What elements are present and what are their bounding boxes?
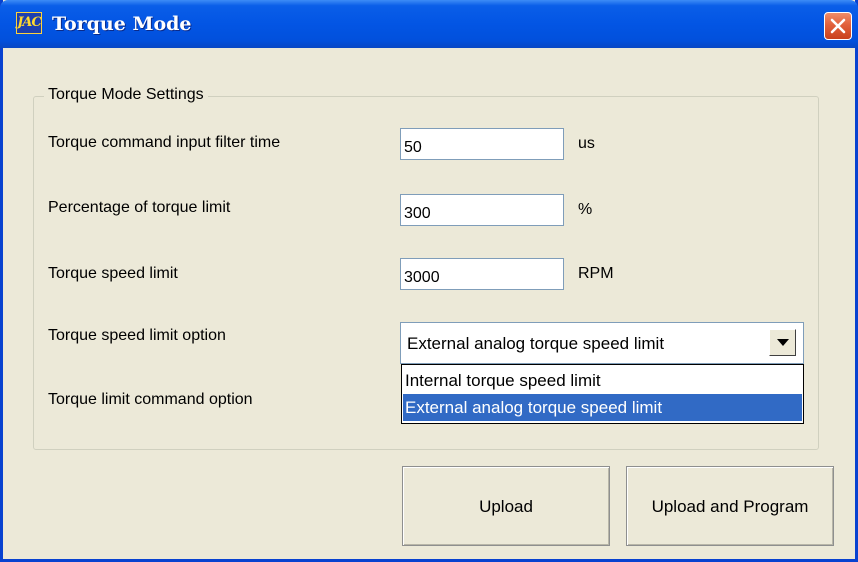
speed-limit-option-label: Torque speed limit option	[48, 327, 226, 344]
option-external-analog-speed-limit[interactable]: External analog torque speed limit	[403, 394, 802, 421]
title-bar[interactable]: JAC Torque Mode	[0, 0, 858, 48]
limit-command-option-label: Torque limit command option	[48, 391, 253, 408]
app-logo-icon: JAC	[16, 12, 42, 34]
filter-time-label: Torque command input filter time	[48, 134, 281, 151]
torque-limit-label: Percentage of torque limit	[48, 199, 231, 216]
speed-limit-option-select[interactable]: External analog torque speed limit	[400, 322, 804, 364]
chevron-down-icon[interactable]	[769, 329, 796, 356]
speed-limit-label: Torque speed limit	[48, 265, 178, 282]
speed-limit-option-list: Internal torque speed limit External ana…	[401, 364, 804, 424]
upload-button[interactable]: Upload	[402, 466, 610, 546]
speed-limit-input[interactable]	[400, 258, 564, 290]
option-internal-speed-limit[interactable]: Internal torque speed limit	[403, 367, 802, 394]
close-button[interactable]	[824, 12, 852, 40]
close-icon	[830, 18, 846, 34]
upload-and-program-button[interactable]: Upload and Program	[626, 466, 834, 546]
torque-limit-unit: %	[578, 201, 593, 218]
select-value: External analog torque speed limit	[407, 334, 665, 353]
window-title: Torque Mode	[52, 13, 192, 35]
groupbox-legend: Torque Mode Settings	[44, 85, 208, 105]
filter-time-unit: us	[578, 135, 595, 152]
torque-limit-input[interactable]	[400, 194, 564, 226]
filter-time-input[interactable]	[400, 128, 564, 160]
speed-limit-unit: RPM	[578, 265, 614, 282]
